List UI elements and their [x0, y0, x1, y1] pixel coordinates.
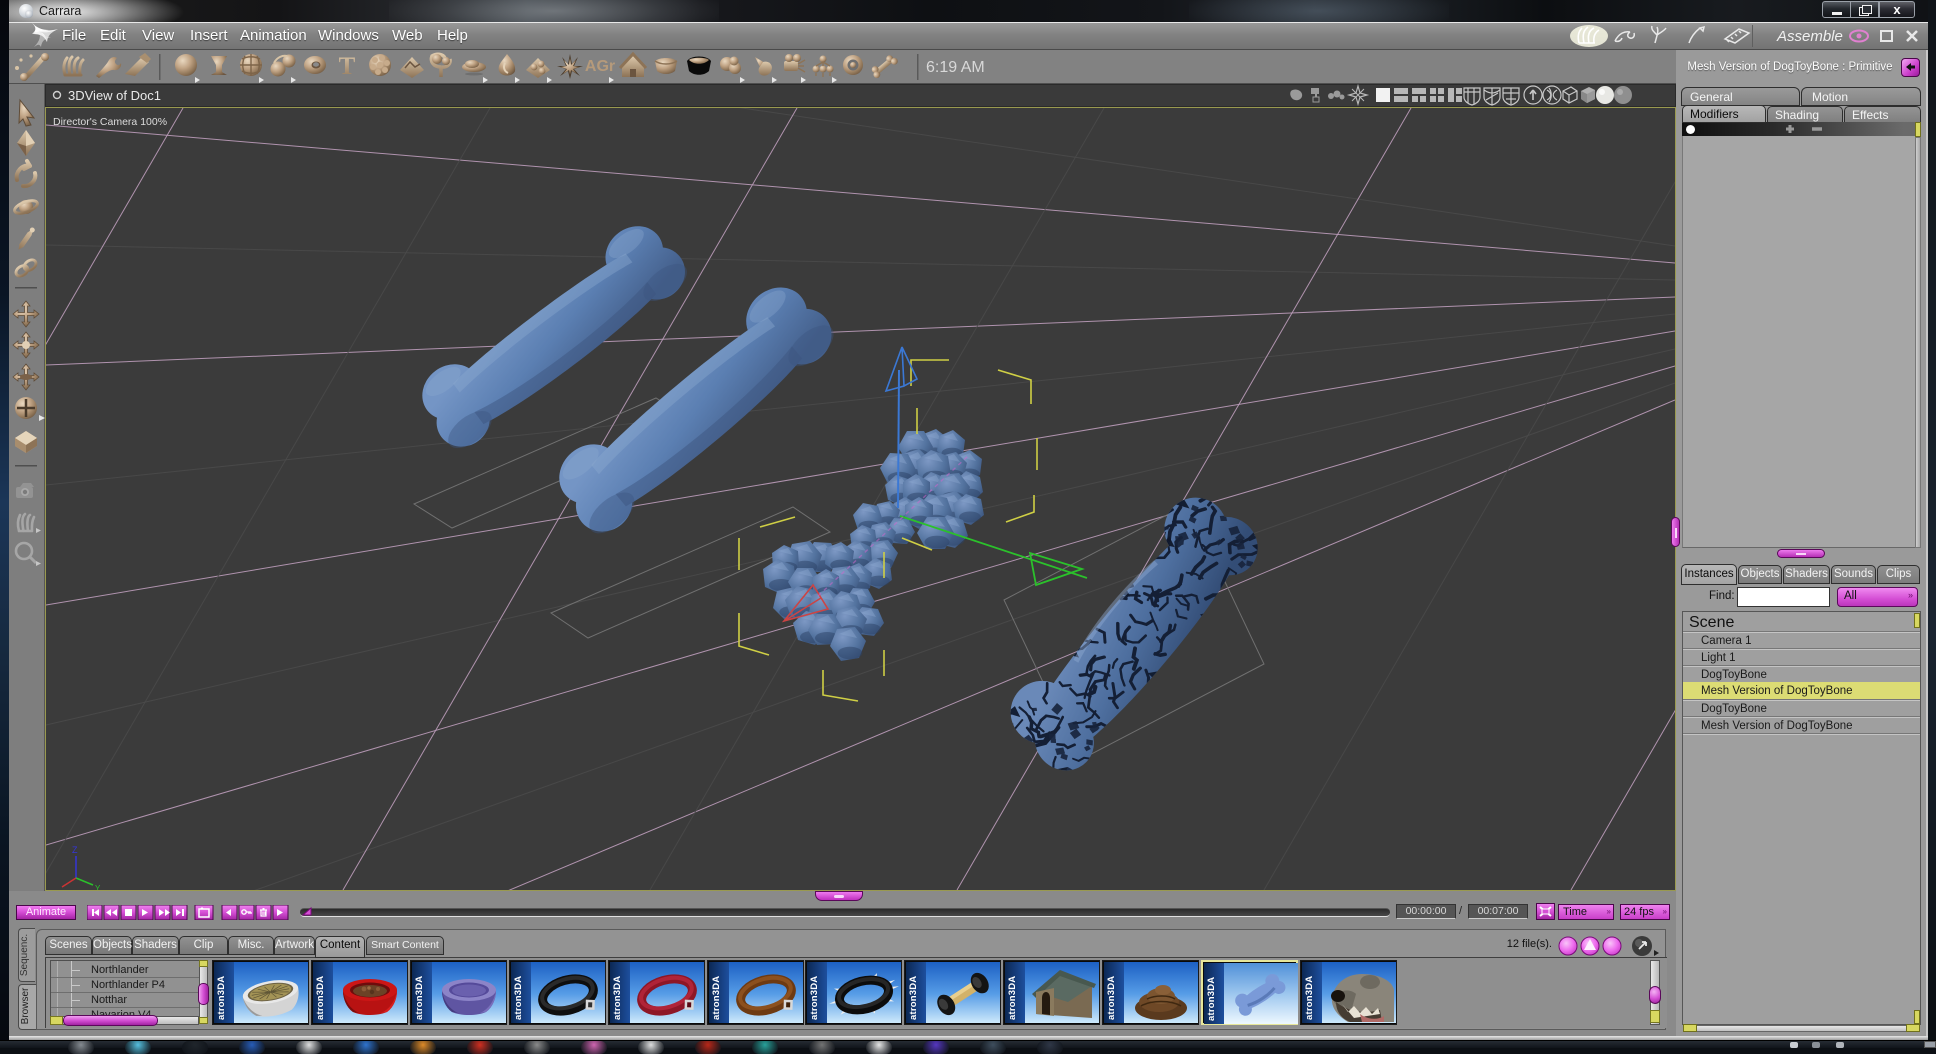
svg-text:Y: Y — [95, 884, 101, 890]
svg-text:3DView of Doc1: 3DView of Doc1 — [68, 88, 161, 103]
svg-text:Assemble: Assemble — [1776, 28, 1843, 45]
svg-text:T: T — [339, 53, 356, 80]
svg-text:6:19 AM: 6:19 AM — [926, 59, 985, 76]
svg-text:Director's Camera 100%: Director's Camera 100% — [53, 116, 167, 128]
svg-text:AGr: AGr — [585, 58, 615, 75]
svg-text:Z: Z — [72, 845, 78, 855]
svg-text:x: x — [56, 889, 60, 890]
